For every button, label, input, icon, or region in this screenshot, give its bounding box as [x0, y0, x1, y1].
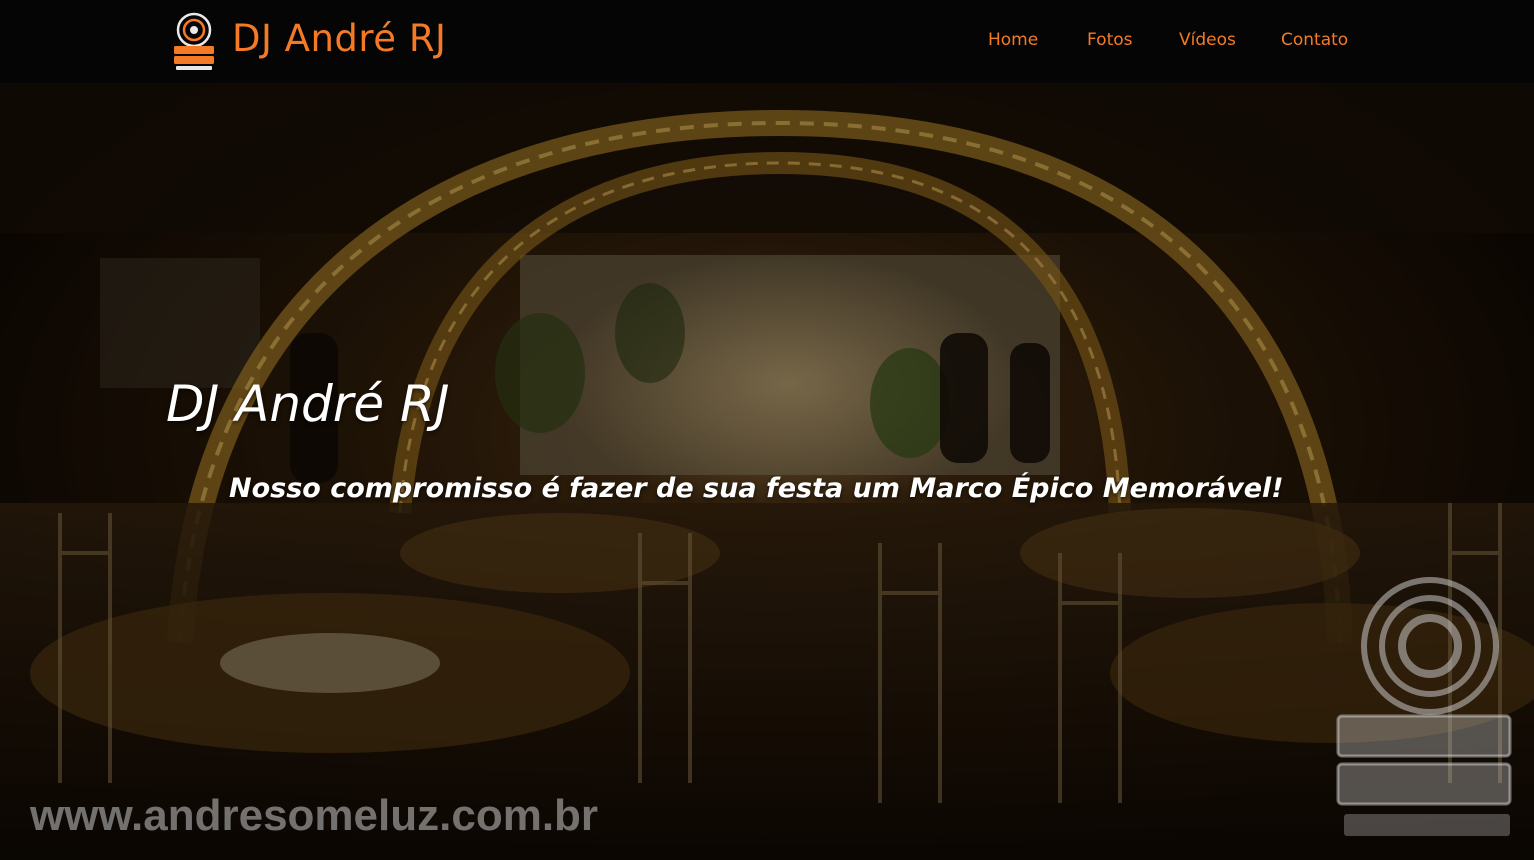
- hero-section: DJ André RJ Nosso compromisso é fazer de…: [0, 83, 1534, 860]
- nav-contato[interactable]: Contato: [1281, 30, 1348, 50]
- watermark-logo-icon: [1336, 577, 1512, 836]
- nav-fotos[interactable]: Fotos: [1087, 30, 1133, 50]
- main-nav: Home Fotos Vídeos Contato: [0, 30, 1534, 54]
- nav-home[interactable]: Home: [988, 30, 1038, 50]
- hero-tagline: Nosso compromisso é fazer de sua festa u…: [229, 473, 1284, 504]
- hero-title: DJ André RJ: [166, 375, 450, 433]
- hero-background-image: [0, 83, 1534, 860]
- top-navbar: DJ André RJ Home Fotos Vídeos Contato: [0, 0, 1534, 83]
- nav-videos[interactable]: Vídeos: [1179, 30, 1236, 50]
- watermark-url: www.andresomeluz.com.br: [30, 791, 599, 840]
